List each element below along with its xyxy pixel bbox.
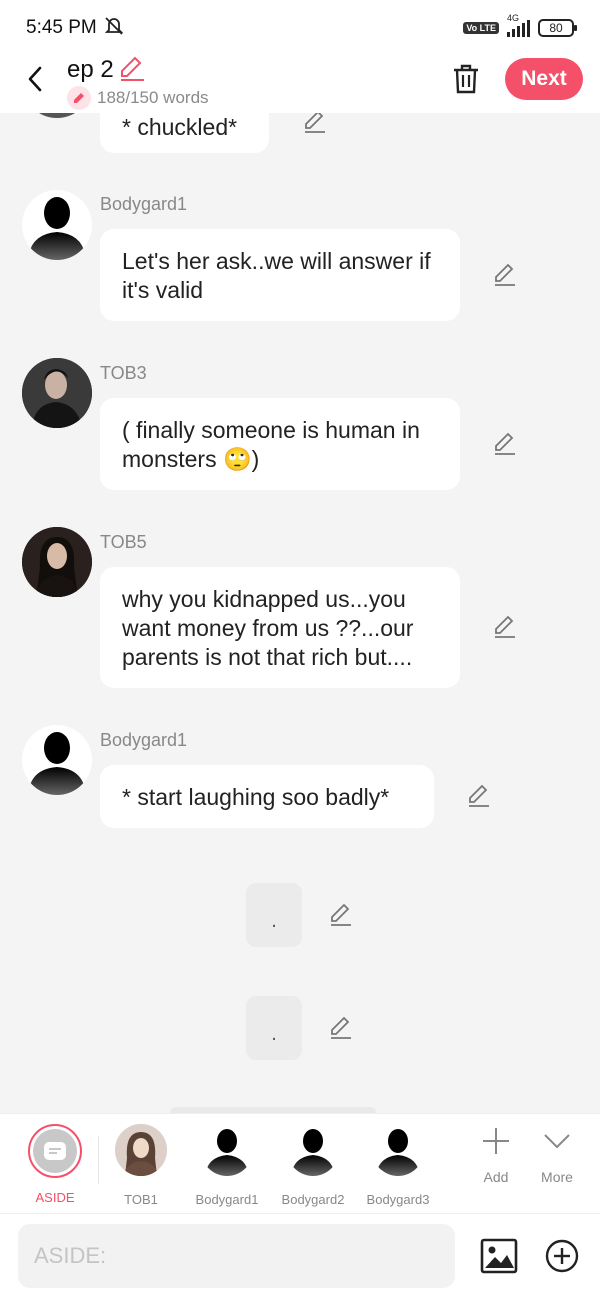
narration-text: .	[271, 1022, 277, 1045]
character-label: Bodygard2	[281, 1192, 345, 1207]
profile-photo-icon	[115, 1124, 167, 1176]
add-character-button[interactable]: Add	[466, 1126, 526, 1185]
speaker-name: Bodygard1	[100, 194, 188, 214]
character-label: ASIDE	[35, 1190, 75, 1205]
avatar-bodygard1[interactable]	[22, 725, 92, 795]
next-button[interactable]: Next	[505, 58, 583, 100]
avatar	[372, 1124, 424, 1176]
signal-icon: 4G	[507, 13, 530, 37]
edit-title-icon[interactable]	[118, 56, 146, 87]
word-count-text: 188/150 words	[97, 88, 209, 107]
character-selector: ASIDE TOB1 Bodygard1 Bodygard2 Bodygard3…	[0, 1113, 600, 1213]
character-label: TOB1	[124, 1192, 158, 1207]
editor-header: ep 2 188/150 words Next	[0, 56, 600, 113]
add-label: Add	[483, 1169, 509, 1185]
edit-message-icon[interactable]	[302, 113, 328, 135]
message-input[interactable]	[18, 1224, 455, 1288]
chat-area[interactable]: * chuckled* Bodygard1 Let's her ask..we …	[0, 113, 600, 1113]
avatar	[287, 1124, 339, 1176]
message-bubble[interactable]: why you kidnapped us...you want money fr…	[100, 567, 460, 688]
character-aside[interactable]: ASIDE	[12, 1124, 98, 1205]
character-bodygard2[interactable]: Bodygard2	[270, 1124, 356, 1207]
trash-icon	[454, 64, 478, 94]
edit-message-icon[interactable]	[328, 902, 354, 928]
narration-bubble[interactable]: .	[246, 883, 302, 947]
pencil-badge-icon	[67, 86, 91, 110]
message-bubble[interactable]: Let's her ask..we will answer if it's va…	[100, 229, 460, 321]
more-label: More	[541, 1169, 573, 1185]
silhouette-icon	[291, 1129, 335, 1176]
message-text: * start laughing soo badly*	[122, 784, 390, 810]
silhouette-icon	[28, 732, 86, 795]
plus-icon	[483, 1128, 509, 1154]
composer	[0, 1213, 600, 1300]
speaker-name: Bodygard1	[100, 730, 188, 750]
message-bubble[interactable]: * chuckled*	[100, 113, 269, 153]
character-label: Bodygard3	[366, 1192, 430, 1207]
narration-bubble[interactable]: .	[246, 996, 302, 1060]
silhouette-icon	[376, 1129, 420, 1176]
avatar-tob3[interactable]	[22, 358, 92, 428]
message-bubble[interactable]: * start laughing soo badly*	[100, 765, 434, 828]
delete-button[interactable]	[450, 62, 482, 98]
silhouette-icon	[28, 197, 86, 260]
profile-photo-icon	[22, 358, 92, 428]
aside-icon	[33, 1129, 77, 1173]
chevron-down-icon	[544, 1134, 570, 1149]
back-button[interactable]	[20, 62, 50, 96]
speaker-name: TOB5	[100, 532, 147, 552]
character-bodygard1[interactable]: Bodygard1	[184, 1124, 270, 1207]
image-icon	[480, 1238, 518, 1274]
insert-image-button[interactable]	[480, 1238, 518, 1274]
avatar	[201, 1124, 253, 1176]
edit-message-icon[interactable]	[328, 1015, 354, 1041]
chevron-left-icon	[28, 66, 42, 92]
character-tob1[interactable]: TOB1	[98, 1124, 184, 1207]
narration-text: .	[271, 909, 277, 932]
edit-message-icon[interactable]	[492, 614, 518, 640]
message-text: why you kidnapped us...you want money fr…	[122, 586, 414, 670]
episode-title: ep 2	[67, 56, 114, 83]
avatar-tob5[interactable]	[22, 527, 92, 597]
word-count: 188/150 words	[67, 86, 209, 110]
character-bodygard3[interactable]: Bodygard3	[355, 1124, 441, 1207]
avatar-bodygard1[interactable]	[22, 190, 92, 260]
battery-icon: 80	[538, 19, 577, 37]
character-label: Bodygard1	[195, 1192, 259, 1207]
edit-message-icon[interactable]	[466, 783, 492, 809]
profile-photo-icon	[22, 527, 92, 597]
status-time: 5:45 PM	[26, 17, 97, 38]
message-text: Let's her ask..we will answer if it's va…	[122, 248, 431, 303]
avatar	[115, 1124, 167, 1176]
speaker-name: TOB3	[100, 363, 147, 383]
more-button[interactable]: More	[527, 1126, 587, 1185]
message-bubble[interactable]: ( finally someone is human in monsters 🙄…	[100, 398, 460, 490]
avatar[interactable]	[22, 113, 92, 118]
volte-icon: Vo LTE	[463, 22, 499, 34]
edit-message-icon[interactable]	[492, 262, 518, 288]
plus-circle-icon	[545, 1239, 579, 1273]
edit-message-icon[interactable]	[492, 431, 518, 457]
message-text: * chuckled*	[122, 114, 238, 140]
silhouette-icon	[205, 1129, 249, 1176]
status-bar: 5:45 PM Vo LTE 4G 80	[0, 0, 600, 56]
message-text: ( finally someone is human in monsters 🙄…	[122, 417, 420, 472]
mute-icon	[103, 16, 125, 41]
add-button[interactable]	[545, 1239, 579, 1273]
